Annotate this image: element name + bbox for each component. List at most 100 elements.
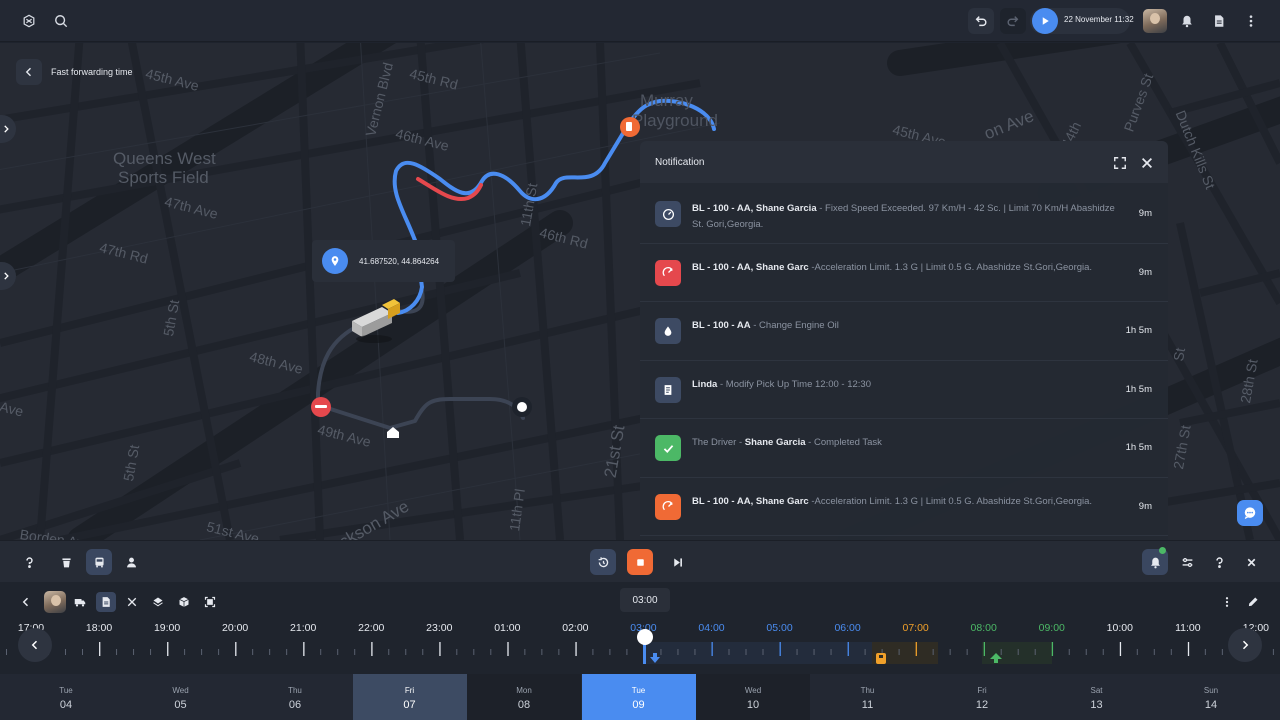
user-avatar[interactable] [1143, 9, 1167, 33]
map-view[interactable]: 45th Ave 45th Rd Vernon Blvd 46th Ave Qu… [0, 43, 1280, 540]
hour-label[interactable]: 09:00 [1039, 622, 1065, 634]
logo-icon[interactable] [16, 8, 42, 34]
day-name: Thu [860, 686, 875, 695]
close-icon[interactable] [1238, 549, 1264, 575]
hour-label[interactable]: 19:00 [154, 622, 180, 634]
notification-subject: BL - 100 - AA [692, 320, 751, 331]
timeline-scrubber[interactable] [637, 629, 653, 645]
day-sat-13[interactable]: Sat 13 [1040, 674, 1154, 720]
undo-button[interactable] [968, 8, 994, 34]
chevron-left-icon[interactable] [16, 592, 36, 612]
tools-icon[interactable] [122, 592, 142, 612]
notification-item[interactable]: BL - 100 - AA, Shane Garc -Acceleration … [640, 478, 1168, 536]
stop-button[interactable] [627, 549, 653, 575]
document-icon[interactable] [96, 592, 116, 612]
replay-button[interactable] [590, 549, 616, 575]
hour-label[interactable]: 08:00 [971, 622, 997, 634]
alerts-button[interactable] [1142, 547, 1168, 575]
more-vertical-icon[interactable] [1238, 8, 1264, 34]
chat-button[interactable] [1237, 500, 1263, 526]
fast-forward-label: Fast forwarding time [51, 67, 133, 77]
notification-text: BL - 100 - AA - Change Engine Oil [692, 318, 1122, 334]
driver-avatar[interactable] [44, 591, 66, 613]
trash-icon[interactable] [53, 549, 79, 575]
fuel-event-marker[interactable] [876, 653, 886, 664]
day-fri-12[interactable]: Fri 12 [925, 674, 1039, 720]
day-thu-06[interactable]: Thu 06 [238, 674, 352, 720]
hour-label[interactable]: 02:00 [562, 622, 588, 634]
redo-button[interactable] [1000, 8, 1026, 34]
close-icon[interactable] [1134, 150, 1160, 176]
hour-label[interactable]: 01:00 [494, 622, 520, 634]
notification-time: 9m [1138, 500, 1152, 512]
skip-forward-button[interactable] [664, 549, 690, 575]
bus-icon [94, 557, 104, 567]
expand-icon[interactable] [1107, 150, 1133, 176]
day-tue-04[interactable]: Tue 04 [9, 674, 123, 720]
playback-controls-bar [0, 540, 1280, 582]
hour-label[interactable]: 11:00 [1175, 622, 1201, 634]
stop-marker[interactable] [311, 397, 331, 417]
notification-item[interactable]: Linda - Modify Pick Up Time 12:00 - 12:3… [640, 361, 1168, 419]
hour-label[interactable]: 18:00 [86, 622, 112, 634]
more-vertical-icon[interactable] [1217, 592, 1237, 612]
notification-item[interactable]: BL - 100 - AA - Change Engine Oil 1h 5m [640, 302, 1168, 361]
hour-label[interactable]: 07:00 [903, 622, 929, 634]
layers-icon[interactable] [148, 592, 168, 612]
day-wed-05[interactable]: Wed 05 [124, 674, 238, 720]
day-mon-08[interactable]: Mon 08 [467, 674, 581, 720]
day-tue-09[interactable]: Tue 09 [581, 674, 696, 720]
document-icon[interactable] [1206, 8, 1232, 34]
notification-prefix: The Driver - [692, 437, 745, 448]
hour-label[interactable]: 20:00 [222, 622, 248, 634]
package-icon[interactable] [174, 592, 194, 612]
bell-icon[interactable] [1174, 8, 1200, 34]
notification-panel: Notification BL - 100 - AA, Shane Garcia… [640, 141, 1168, 540]
notification-subject: BL - 100 - AA, Shane Garcia [692, 203, 817, 214]
notification-item[interactable]: The Driver - Shane Garcia - Completed Ta… [640, 419, 1168, 478]
day-number: 12 [975, 699, 989, 711]
help-icon[interactable] [1206, 549, 1232, 575]
timeline-prev-button[interactable] [18, 628, 52, 662]
day-thu-11[interactable]: Thu 11 [811, 674, 925, 720]
notification-list: BL - 100 - AA, Shane Garcia - Fixed Spee… [640, 185, 1168, 536]
day-sun-14[interactable]: Sun 14 [1154, 674, 1268, 720]
notification-item[interactable]: BL - 100 - AA, Shane Garc -Acceleration … [640, 244, 1168, 302]
hour-label[interactable]: 04:00 [698, 622, 724, 634]
destination-marker[interactable] [512, 397, 532, 417]
truck-icon[interactable] [70, 592, 90, 612]
filter-toggle-icon[interactable] [1174, 549, 1200, 575]
chat-bubble-icon [1244, 507, 1256, 520]
search-icon[interactable] [48, 8, 74, 34]
hour-label[interactable]: 10:00 [1107, 622, 1133, 634]
home-marker[interactable] [387, 427, 399, 438]
playhead-line [643, 642, 646, 664]
timeline[interactable]: 03:00 17:0018:0019:0020:0021:0022:0023:0… [0, 582, 1280, 674]
day-number: 09 [632, 699, 645, 711]
truck-icon[interactable] [352, 299, 400, 343]
scan-icon[interactable] [200, 592, 220, 612]
day-number: 11 [861, 699, 874, 711]
hour-label[interactable]: 06:00 [834, 622, 860, 634]
hour-label[interactable]: 21:00 [290, 622, 316, 634]
notification-time: 9m [1138, 208, 1152, 219]
vehicle-view-button[interactable] [86, 549, 112, 575]
document-icon [655, 376, 681, 403]
timeline-next-button[interactable] [1228, 628, 1262, 662]
user-icon[interactable] [118, 549, 144, 575]
day-fri-07[interactable]: Fri 07 [352, 674, 467, 720]
notification-subject: BL - 100 - AA, Shane Garc [692, 261, 809, 273]
help-icon[interactable] [16, 549, 42, 575]
speedometer-icon [655, 201, 681, 227]
notification-item[interactable]: BL - 100 - AA, Shane Garcia - Fixed Spee… [640, 185, 1168, 244]
hour-label[interactable]: 23:00 [426, 622, 452, 634]
edit-icon[interactable] [1243, 592, 1263, 612]
oil-drop-icon [655, 318, 681, 344]
hour-label[interactable]: 05:00 [766, 622, 792, 634]
play-button[interactable] [1032, 8, 1058, 34]
day-wed-10[interactable]: Wed 10 [696, 674, 810, 720]
hour-label[interactable]: 22:00 [358, 622, 384, 634]
fuel-stop-marker[interactable] [620, 117, 640, 137]
task-range [982, 642, 1052, 664]
back-button[interactable] [16, 59, 42, 85]
